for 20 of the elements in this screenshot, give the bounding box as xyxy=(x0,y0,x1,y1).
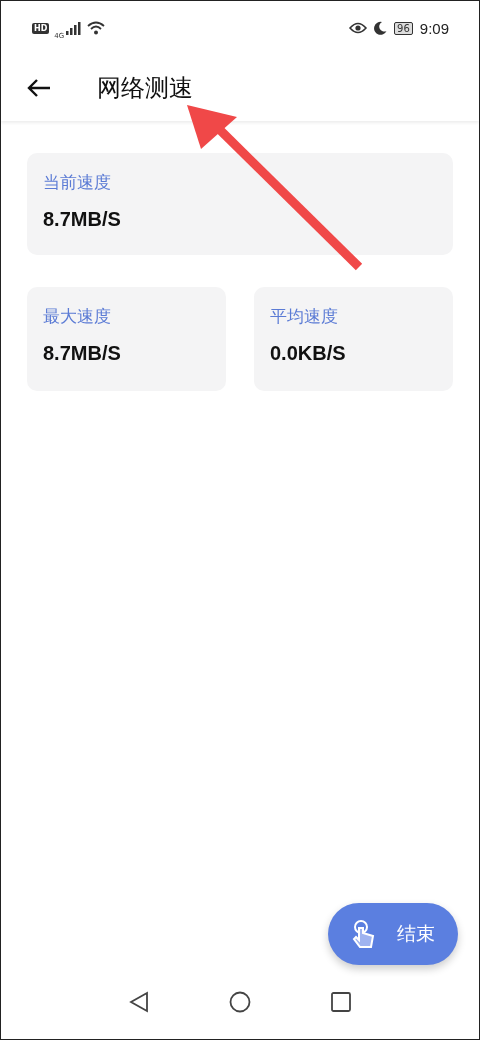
signal-icon xyxy=(66,21,83,35)
stat-label: 当前速度 xyxy=(43,171,112,194)
stat-value: 0.0KB/S xyxy=(270,342,347,365)
hd-badge: HD xyxy=(32,22,50,34)
stat-label: 平均速度 xyxy=(270,305,339,328)
wifi-icon xyxy=(87,21,106,35)
tap-icon xyxy=(351,920,375,948)
stat-value: 8.7MB/S xyxy=(43,342,122,365)
page-title: 网络测速 xyxy=(97,73,193,104)
clock-time: 9:09 xyxy=(419,19,449,37)
back-arrow-icon[interactable] xyxy=(27,78,51,98)
moon-icon xyxy=(374,21,388,35)
recents-nav-icon[interactable] xyxy=(331,992,351,1012)
stat-value: 8.7MB/S xyxy=(43,208,122,231)
eye-icon xyxy=(349,22,368,34)
home-nav-icon[interactable] xyxy=(229,991,251,1013)
battery-icon: 96 xyxy=(394,21,413,35)
stop-button[interactable]: 结束 xyxy=(328,903,458,965)
back-nav-icon[interactable] xyxy=(129,991,149,1013)
stat-label: 最大速度 xyxy=(43,305,112,328)
